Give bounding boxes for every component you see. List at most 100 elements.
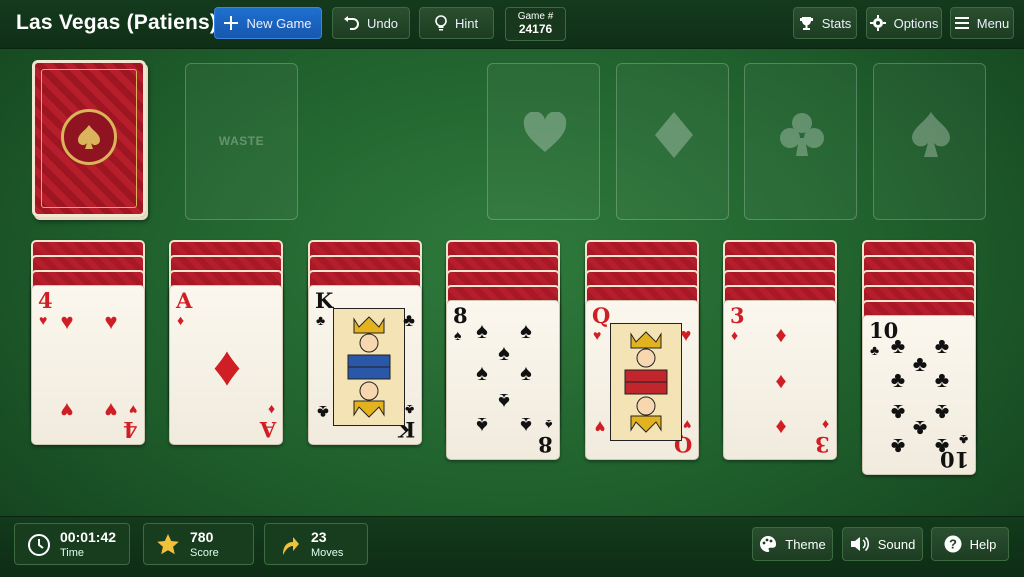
undo-icon	[343, 16, 359, 30]
options-button[interactable]: Options	[866, 7, 942, 39]
time-value: 00:01:42	[60, 529, 117, 545]
tableau-card-4[interactable]: 8 ♠ 8 ♠ ♠ ♠ ♠ ♠ ♠ ♠ ♠ ♠	[446, 300, 560, 460]
foundation-spades[interactable]	[873, 63, 986, 220]
sound-label: Sound	[877, 536, 916, 552]
card-rank: Q	[592, 303, 611, 328]
hint-label: Hint	[454, 15, 479, 31]
star-icon	[157, 534, 179, 555]
card-pip: ♣	[317, 402, 329, 422]
tableau-card-6[interactable]: 3 ♦ 3 ♦ ♦ ♦ ♦	[723, 300, 837, 460]
card-rank: 8	[538, 432, 553, 457]
card-suit: ♣	[404, 402, 414, 418]
theme-label: Theme	[785, 536, 826, 552]
card-suit: ♥	[593, 327, 602, 343]
card-suit: ♣	[958, 432, 968, 448]
hearts-icon	[523, 112, 567, 152]
card-suit: ♦	[267, 402, 275, 418]
card-pip: ♠	[498, 340, 510, 365]
waste-label: WASTE	[218, 134, 265, 148]
card-suit: ♥	[128, 402, 137, 418]
plus-icon	[224, 16, 239, 30]
card-suit: ♦	[821, 417, 829, 433]
tableau-card-1[interactable]: 4 ♥ 4 ♥ ♥ ♥ ♥ ♥	[31, 285, 145, 445]
undo-button[interactable]: Undo	[332, 7, 410, 39]
stock-pile[interactable]	[32, 60, 146, 217]
card-pip: ♣	[403, 310, 415, 330]
theme-button[interactable]: Theme	[752, 527, 833, 561]
menu-button[interactable]: Menu	[950, 7, 1014, 39]
top-bar: Las Vegas (Patiens) New Game Undo Hint G…	[0, 0, 1024, 49]
card-pip: ♠	[520, 360, 532, 385]
queen-figure	[610, 323, 682, 441]
card-suit: ♣	[870, 342, 880, 358]
card-pip: ♥	[60, 309, 74, 334]
new-game-label: New Game	[246, 15, 312, 31]
card-pip: ♦	[212, 334, 242, 397]
card-pip: ♣	[890, 400, 906, 425]
card-suit: ♥	[682, 417, 691, 433]
speaker-icon	[850, 536, 869, 552]
moves-label: Moves	[311, 547, 344, 559]
king-figure	[333, 308, 405, 426]
card-pip: ♦	[775, 415, 787, 440]
card-rank: 3	[815, 432, 830, 457]
help-button[interactable]: ? Help	[931, 527, 1009, 561]
tableau-card-5[interactable]: Q ♥ Q ♥ ♥ ♥	[585, 300, 699, 460]
clock-icon	[28, 534, 50, 556]
foundation-clubs[interactable]	[744, 63, 857, 220]
clubs-icon	[780, 113, 824, 156]
trophy-icon	[799, 16, 813, 30]
card-pip: ♠	[520, 318, 532, 343]
tableau-card-3[interactable]: K ♣ K ♣ ♣ ♣	[308, 285, 422, 445]
sound-button[interactable]: Sound	[842, 527, 923, 561]
tableau-card-2[interactable]: A ♦ A ♦ ♦	[169, 285, 283, 445]
svg-text:?: ?	[949, 537, 957, 552]
card-suit: ♥	[39, 312, 48, 328]
gear-icon	[869, 15, 886, 31]
lightbulb-icon	[435, 15, 447, 31]
stats-button[interactable]: Stats	[793, 7, 857, 39]
card-rank: 8	[453, 303, 468, 328]
card-suit: ♣	[316, 312, 326, 328]
card-pip: ♠	[476, 318, 488, 343]
new-game-button[interactable]: New Game	[214, 7, 322, 39]
time-display: 00:01:42 Time	[14, 523, 130, 565]
spades-icon	[912, 112, 950, 157]
score-label: Score	[190, 547, 219, 559]
card-pip: ♥	[594, 417, 606, 437]
score-value: 780	[190, 529, 214, 545]
hamburger-icon	[954, 17, 969, 29]
foundation-hearts[interactable]	[487, 63, 600, 220]
time-label: Time	[60, 547, 85, 559]
app-title: Las Vegas (Patiens)	[16, 11, 218, 34]
card-pip: ♣	[934, 434, 950, 459]
menu-label: Menu	[976, 15, 1010, 31]
card-pip: ♠	[476, 360, 488, 385]
game-number-display: Game # 24176	[505, 7, 566, 41]
hint-button[interactable]: Hint	[419, 7, 494, 39]
card-suit: ♠	[544, 417, 552, 433]
moves-arrow-icon	[283, 537, 299, 555]
card-pip: ♥	[680, 325, 692, 345]
card-pip: ♥	[104, 309, 118, 334]
foundation-diamonds[interactable]	[616, 63, 729, 220]
card-rank: K	[315, 288, 334, 313]
card-pip: ♦	[775, 322, 787, 347]
card-pip: ♥	[60, 398, 74, 423]
tableau-card-7[interactable]: 10 ♣ 10 ♣ ♣ ♣ ♣ ♣ ♣ ♣ ♣ ♣ ♣ ♣	[862, 315, 976, 475]
help-label: Help	[969, 536, 997, 552]
card-pip: ♣	[890, 367, 906, 392]
card-pip: ♠	[498, 389, 510, 414]
waste-pile[interactable]: WASTE	[185, 63, 298, 220]
card-pip: ♣	[912, 351, 928, 376]
card-pip: ♣	[934, 400, 950, 425]
moves-value: 23	[311, 529, 327, 545]
card-pip: ♥	[104, 398, 118, 423]
card-pip: ♣	[890, 333, 906, 358]
palette-icon	[760, 535, 777, 552]
score-display: 780 Score	[143, 523, 254, 565]
game-number-value: 24176	[518, 22, 553, 36]
card-suit: ♠	[454, 327, 462, 343]
card-suit: ♦	[177, 312, 185, 328]
card-pip: ♦	[775, 368, 787, 393]
